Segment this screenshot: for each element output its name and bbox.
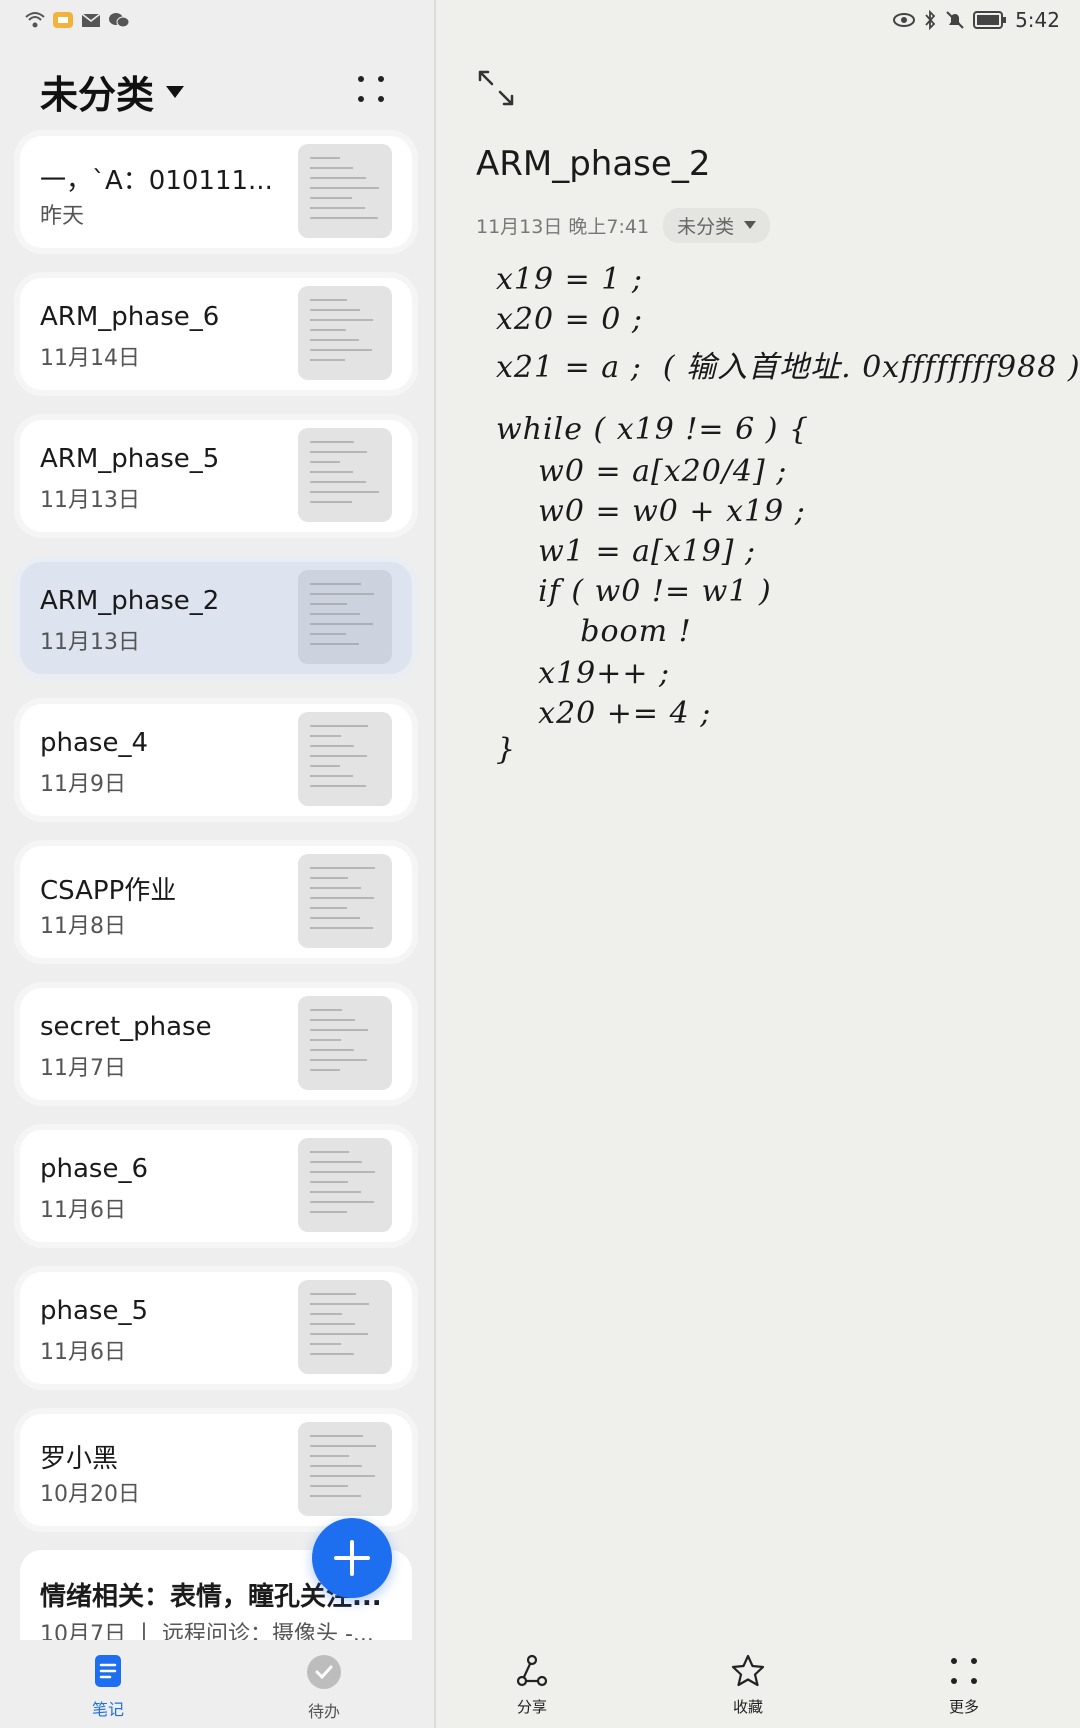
note-thumbnail [298,570,392,664]
note-title: 罗小黑 [40,1444,119,1474]
bluetooth-icon [925,10,936,30]
note-thumbnail [298,286,392,380]
note-timestamp: 11月13日 晚上7:41 [476,215,650,238]
share-label: 分享 [516,1698,547,1716]
star-icon [731,1654,765,1687]
note-date: 11月13日 [40,488,140,513]
note-card[interactable]: CSAPP作业 11月8日 [20,846,412,958]
note-title: ARM_phase_5 [40,444,220,474]
handwriting-line: boom ! [496,614,692,649]
nav-todo[interactable]: 待办 [284,1654,364,1722]
share-button[interactable]: 分享 [492,1654,572,1717]
caret-down-icon [744,221,757,229]
folder-chip[interactable]: 未分类 [663,207,771,243]
note-meta: 11月13日 晚上7:41 未分类 [476,207,771,243]
note-date: 11月6日 [40,1198,126,1223]
note-title: phase_4 [40,728,148,758]
note-card[interactable]: phase_4 11月9日 [20,704,412,816]
note-date: 11月14日 [40,346,140,371]
note-thumbnail [298,712,392,806]
note-date: 11月7日 [40,1056,126,1081]
handwriting-canvas[interactable]: x19 = 1 ; x20 = 0 ; x21 = a ; ( 输入首地址. 0xf… [496,262,1080,842]
handwriting-line: x20 += 4 ; [496,696,712,731]
note-title: CSAPP作业 [40,876,177,906]
status-icons-left [24,8,130,32]
nav-notes[interactable]: 笔记 [68,1654,148,1720]
note-date: 11月13日 [40,630,140,655]
note-title: phase_5 [40,1296,148,1326]
handwriting-line: while ( x19 != 6 ) { [496,412,810,447]
mute-bell-icon [946,11,964,29]
note-card[interactable]: 一，`A：010111... 昨天 [20,136,412,248]
note-card[interactable]: phase_5 11月6日 [20,1272,412,1384]
handwriting-line: x20 = 0 ; [496,302,644,337]
note-card[interactable]: ARM_phase_5 11月13日 [20,420,412,532]
nav-todo-label: 待办 [307,1702,340,1721]
note-title: 一，`A：010111... [40,166,270,196]
notification-app-icon [52,10,74,30]
mail-icon [80,10,102,30]
folder-chip-label: 未分类 [677,215,735,238]
note-date: 11月9日 [40,772,126,797]
note-thumbnail [298,1422,392,1516]
note-thumbnail [298,428,392,522]
todo-check-icon [307,1655,341,1689]
handwriting-line: w0 = w0 + x19 ; [496,494,806,529]
note-title: ARM_phase_6 [40,302,220,332]
handwriting-line: x19 = 1 ; [496,262,644,297]
note-thumbnail [298,854,392,948]
note-title: phase_6 [40,1154,148,1184]
note-card[interactable]: 罗小黑 10月20日 [20,1414,412,1526]
note-thumbnail [298,144,392,238]
eye-comfort-icon [893,13,916,27]
caret-down-icon [166,85,185,98]
wechat-icon [108,10,130,30]
notes-icon [95,1655,121,1687]
note-card[interactable]: phase_6 11月6日 [20,1130,412,1242]
handwriting-line: x19++ ; [496,656,671,691]
battery-icon [973,11,1007,29]
wifi-icon [24,10,46,30]
status-icons-right: 5:42 [893,8,1060,32]
folder-title: 未分类 [40,73,155,117]
note-card[interactable]: secret_phase 11月7日 [20,988,412,1100]
folder-selector[interactable]: 未分类 [40,64,185,119]
handwriting-line: } [496,732,517,767]
handwriting-line: x21 = a ; ( 输入首地址. 0xffffffff988 ) [496,350,1080,385]
collapse-expand-icon[interactable] [476,68,516,108]
more-options-icon[interactable] [356,74,386,104]
note-toolbar: 分享 收藏 更多 [436,1640,1080,1728]
note-date: 10月20日 [40,1482,140,1507]
note-editor-pane: 5:42 ARM_phase_2 11月13日 晚上7:41 未分类 x19 =… [436,0,1080,1728]
handwriting-line: if ( w0 != w1 ) [496,574,772,609]
plus-icon [334,1540,370,1576]
note-list-pane: 未分类 一，`A：010111... 昨天 ARM_phase_6 11月14日 ARM… [0,0,434,1728]
note-date: 昨天 [40,204,85,229]
note-date: 11月8日 [40,914,126,939]
share-icon [516,1654,548,1687]
favorite-button[interactable]: 收藏 [708,1654,788,1717]
clock: 5:42 [1015,8,1060,32]
bottom-nav: 笔记 待办 [0,1640,434,1728]
note-thumbnail [298,996,392,1090]
more-dots-icon [951,1658,977,1684]
more-button[interactable]: 更多 [924,1654,1004,1717]
note-title: ARM_phase_2 [40,586,220,616]
note-thumbnail [298,1138,392,1232]
note-card[interactable]: ARM_phase_2 11月13日 [20,562,412,674]
note-title: secret_phase [40,1012,212,1042]
note-thumbnail [298,1280,392,1374]
note-title[interactable]: ARM_phase_2 [476,144,710,184]
note-card[interactable]: ARM_phase_6 11月14日 [20,278,412,390]
handwriting-line: w1 = a[x19] ; [496,534,757,569]
note-date: 11月6日 [40,1340,126,1365]
favorite-label: 收藏 [732,1698,763,1716]
nav-notes-label: 笔记 [91,1700,124,1719]
more-label: 更多 [948,1698,979,1716]
handwriting-line: w0 = a[x20/4] ; [496,454,788,489]
new-note-button[interactable] [312,1518,392,1598]
